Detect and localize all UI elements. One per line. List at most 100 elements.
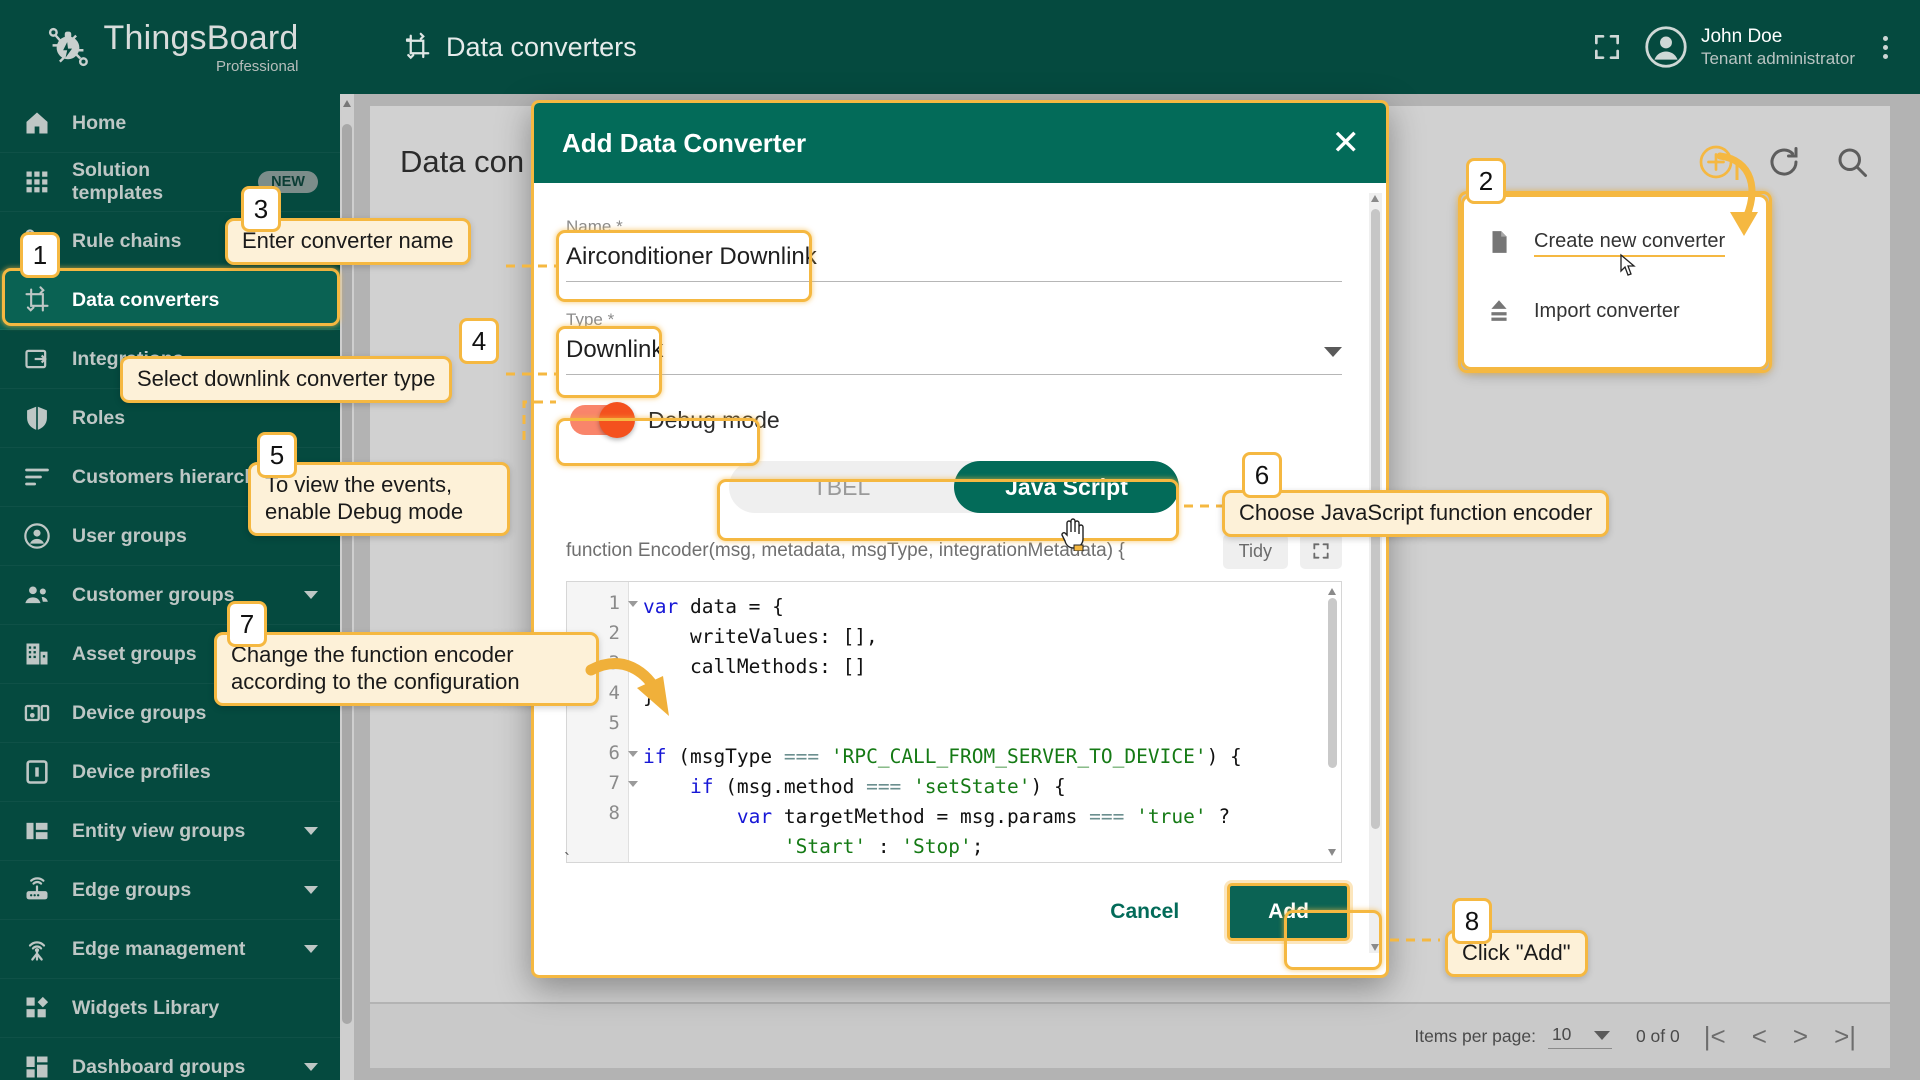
code-line: var data = { (643, 595, 784, 618)
fullscreen-icon[interactable] (1591, 31, 1623, 63)
plus-icon[interactable] (1698, 144, 1734, 180)
dialog-footer: Cancel Add (534, 871, 1386, 975)
editor-code[interactable]: var data = { writeValues: [], callMethod… (629, 582, 1341, 862)
sidebar-item-label: Customer groups (72, 583, 235, 606)
chevron-down-icon[interactable] (304, 886, 318, 894)
chevron-down-icon[interactable] (1324, 347, 1342, 357)
language-tab-java-script[interactable]: Java Script (954, 461, 1179, 513)
pointer-cursor-create-converter (1620, 253, 1636, 276)
menu-item-import-converter[interactable]: Import converter (1464, 277, 1766, 345)
first-page-button[interactable]: |< (1704, 1021, 1726, 1052)
sidebar-item-label: Roles (72, 406, 126, 429)
refresh-icon[interactable] (1766, 144, 1802, 180)
sidebar-item-label: Solution templates (72, 159, 164, 204)
chevron-down-icon[interactable] (304, 1063, 318, 1071)
avatar-icon (1645, 26, 1687, 68)
close-icon[interactable]: ✕ (1332, 126, 1361, 160)
debug-mode-toggle[interactable] (570, 402, 635, 438)
chevron-down-icon[interactable] (304, 945, 318, 953)
items-per-page-label: Items per page: (1414, 1025, 1536, 1046)
hand-cursor-javascript-tab (1061, 518, 1084, 551)
function-signature: function Encoder(msg, metadata, msgType,… (566, 540, 1125, 561)
code-line: if (msg.method === 'setState') { (689, 775, 1066, 798)
sidebar-item-dashboard-groups[interactable]: Dashboard groups (0, 1038, 340, 1080)
hierarchy-icon (22, 462, 52, 492)
next-page-button[interactable]: > (1793, 1021, 1808, 1052)
editor-scrollbar[interactable] (1326, 588, 1339, 856)
pagination-controls: |< < > >| (1704, 1021, 1856, 1052)
fullscreen-icon[interactable] (1300, 533, 1342, 569)
last-page-button[interactable]: >| (1834, 1021, 1856, 1052)
line-number: 5 (608, 712, 620, 734)
scroll-down-icon[interactable] (1328, 849, 1336, 856)
cancel-button[interactable]: Cancel (1088, 888, 1201, 936)
sidebar-item-label: Edge groups (72, 878, 192, 901)
code-line: callMethods: [] (643, 655, 867, 678)
user-menu[interactable]: John Doe Tenant administrator (1645, 25, 1855, 70)
sidebar-item-label: Rule chains (72, 229, 182, 252)
sidebar-item-widgets-library[interactable]: Widgets Library (0, 979, 340, 1038)
menu-item-create-new-converter[interactable]: Create new converter (1464, 209, 1766, 277)
items-per-page-number: 10 (1551, 1023, 1572, 1044)
code-line: }; (643, 685, 667, 708)
type-field-underline (566, 374, 1342, 375)
brand-logo[interactable]: ThingsBoard Professional (0, 0, 340, 94)
fold-icon[interactable] (628, 601, 638, 607)
people-icon (22, 580, 52, 610)
sidebar-item-label: Widgets Library (72, 996, 220, 1019)
entity-view-icon (22, 816, 52, 846)
card-title: Data con (400, 144, 525, 179)
sidebar-item-device-profiles[interactable]: Device profiles (0, 743, 340, 802)
prev-page-button[interactable]: < (1752, 1021, 1767, 1052)
code-editor[interactable]: 12345678910 var data = { writeValues: []… (566, 581, 1342, 863)
code-line: writeValues: [], (643, 625, 878, 648)
sidebar-item-home[interactable]: Home (0, 94, 340, 153)
chevron-down-icon[interactable] (304, 591, 318, 599)
more-options-icon[interactable] (1877, 30, 1894, 65)
resize-handle[interactable]: ` (564, 850, 570, 871)
top-bar: ThingsBoard Professional Data converters (0, 0, 1920, 94)
type-select-value[interactable]: Downlink (566, 330, 1342, 374)
line-number: 9 (567, 862, 628, 863)
building-icon (22, 639, 52, 669)
chevron-down-icon[interactable] (304, 827, 318, 835)
items-per-page-value[interactable]: 10 (1547, 1023, 1612, 1049)
code-line: 'Start' : 'Stop'; (783, 835, 984, 858)
sidebar-item-entity-view-groups[interactable]: Entity view groups (0, 802, 340, 861)
debug-mode-row[interactable]: Debug mode (570, 402, 1342, 438)
scroll-up-icon[interactable] (1371, 195, 1379, 202)
scroll-up-icon[interactable] (343, 100, 351, 107)
name-input[interactable]: Airconditioner Downlink (566, 237, 1342, 281)
type-field[interactable]: Type * Downlink (566, 310, 1342, 375)
add-button[interactable]: Add (1227, 883, 1350, 941)
sidebar-item-label: Entity view groups (72, 819, 246, 842)
sidebar-item-customer-groups[interactable]: Customer groups (0, 566, 340, 625)
line-number: 7 (567, 772, 638, 802)
name-field[interactable]: Name * Airconditioner Downlink (566, 217, 1342, 282)
sidebar-item-solution-templates[interactable]: Solution templates NEW (0, 153, 340, 212)
dialog-scrollbar[interactable] (1369, 193, 1382, 953)
tidy-button[interactable]: Tidy (1222, 533, 1288, 569)
items-per-page[interactable]: Items per page: 10 (1414, 1024, 1612, 1049)
chevron-down-icon (1593, 1030, 1610, 1040)
sidebar-item-edge-groups[interactable]: Edge groups (0, 861, 340, 920)
step-badge-1: 1 (20, 232, 60, 278)
code-line: if (msgType === 'RPC_CALL_FROM_SERVER_TO… (643, 745, 1242, 768)
upload-icon (1486, 297, 1514, 325)
sidebar-item-label: Dashboard groups (72, 1055, 246, 1078)
fold-icon[interactable] (628, 781, 638, 787)
sidebar-item-data-converters[interactable]: Data converters (0, 271, 340, 330)
code-line: var callMethod = { (643, 862, 1341, 863)
scroll-up-icon[interactable] (1328, 588, 1336, 595)
thingsboard-logo-icon (48, 27, 88, 67)
top-bar-right: John Doe Tenant administrator (1591, 25, 1920, 70)
sidebar-item-edge-management[interactable]: Edge management (0, 920, 340, 979)
language-tab-tbel[interactable]: TBEL (729, 461, 954, 513)
editor-gutter: 12345678910 (567, 582, 638, 863)
search-icon[interactable] (1834, 144, 1870, 180)
page-title-group: Data converters (402, 32, 637, 63)
editor-scrollbar-thumb[interactable] (1328, 598, 1337, 768)
fold-icon[interactable] (628, 751, 638, 757)
step-badge-5: 5 (257, 432, 297, 478)
